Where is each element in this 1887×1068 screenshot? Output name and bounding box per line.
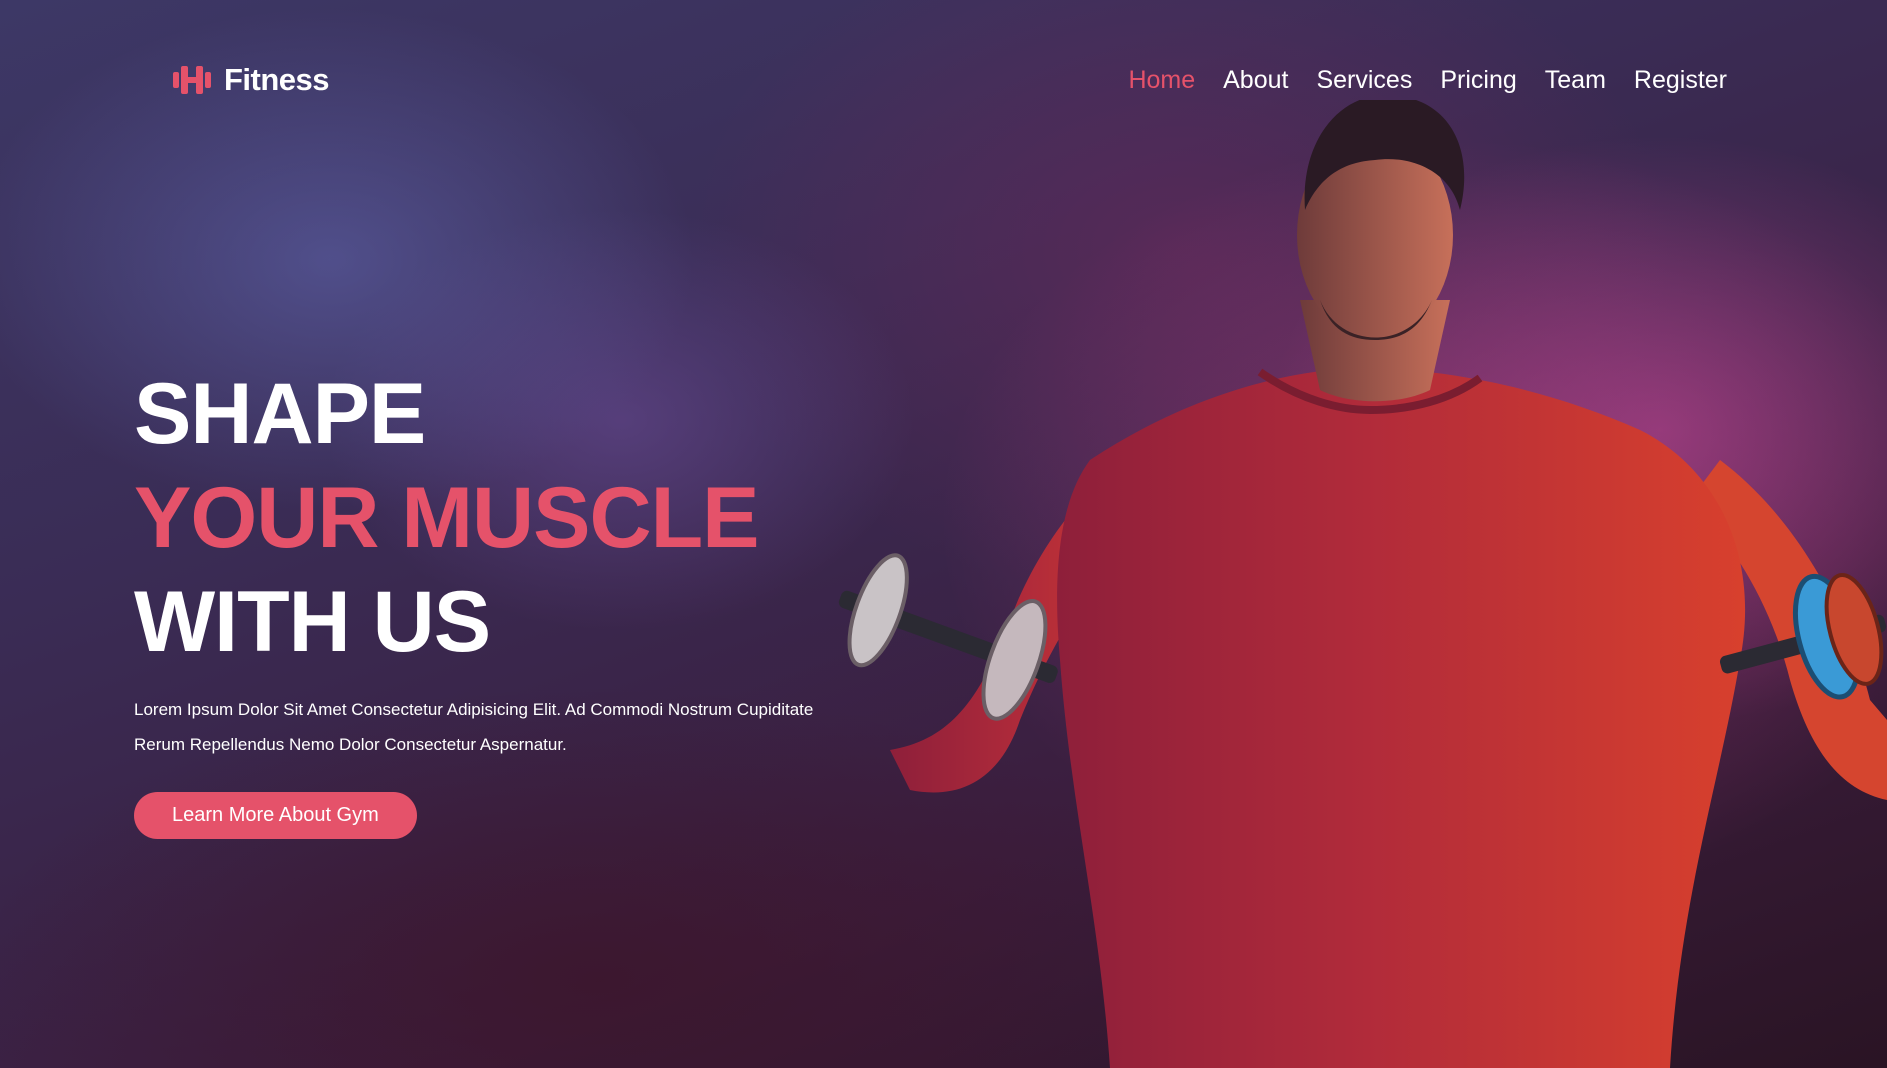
dumbbell-icon <box>173 66 211 94</box>
learn-more-button[interactable]: Learn More About Gym <box>134 792 417 839</box>
hero-title-line-2: YOUR MUSCLE <box>134 470 759 566</box>
nav-item-register: Register <box>1634 66 1727 95</box>
nav-item-home: Home <box>1128 66 1195 95</box>
nav-link-pricing[interactable]: Pricing <box>1440 66 1516 94</box>
hero-section: SHAPE YOUR MUSCLE WITH US Lorem Ipsum Do… <box>134 362 894 839</box>
navbar: Fitness Home About Services Pricing Team… <box>0 0 1887 170</box>
nav-item-pricing: Pricing <box>1440 66 1516 95</box>
nav-item-about: About <box>1223 66 1288 95</box>
nav-link-home[interactable]: Home <box>1128 66 1195 94</box>
nav-link-team[interactable]: Team <box>1545 66 1606 94</box>
nav-link-services[interactable]: Services <box>1316 66 1412 94</box>
hero-title-line-3: WITH US <box>134 574 491 670</box>
hero-title: SHAPE YOUR MUSCLE WITH US <box>134 362 894 674</box>
nav-menu: Home About Services Pricing Team Registe… <box>1128 66 1727 95</box>
hero-description: Lorem Ipsum Dolor Sit Amet Consectetur A… <box>134 700 814 754</box>
nav-link-about[interactable]: About <box>1223 66 1288 94</box>
nav-item-team: Team <box>1545 66 1606 95</box>
hero-athlete-image <box>760 100 1887 1068</box>
brand-name: Fitness <box>224 62 330 97</box>
hero-title-line-1: SHAPE <box>134 366 426 462</box>
nav-link-register[interactable]: Register <box>1634 66 1727 94</box>
logo[interactable]: Fitness <box>172 62 330 98</box>
nav-item-services: Services <box>1316 66 1412 95</box>
